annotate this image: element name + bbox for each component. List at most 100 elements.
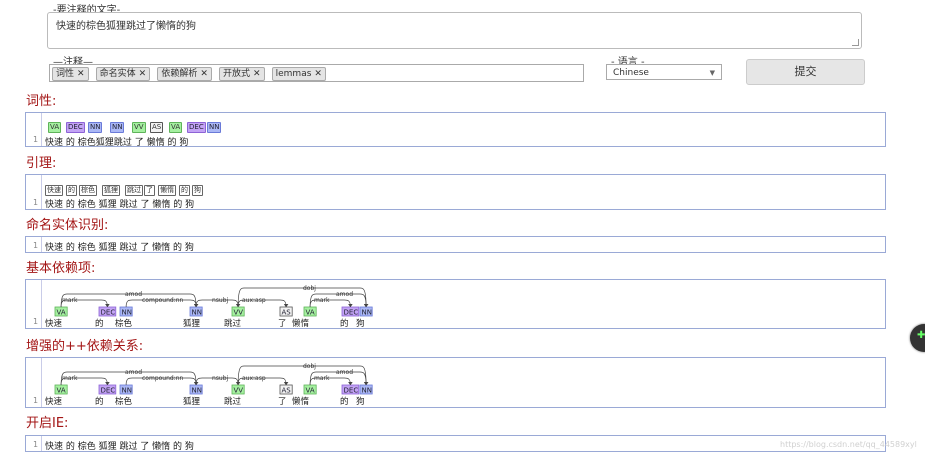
lemma-tag: 跳过 (125, 185, 143, 196)
text-input-value: 快速的棕色狐狸跳过了懒惰的狗 (56, 21, 196, 32)
arc-label: amod (336, 369, 353, 376)
pos-token-row: 快速 的 棕色狐狸跳过 了 懒惰 的 狗 (45, 135, 188, 148)
annotator-tag-label: 依赖解析 (161, 69, 198, 79)
line-gutter: 1 (26, 436, 42, 451)
token: 狐狸 (98, 200, 117, 210)
pos-tag: VA (169, 122, 183, 133)
line-number: 1 (33, 440, 39, 449)
annotator-tag[interactable]: 开放式 ✕ (218, 67, 265, 81)
openie-text: 快速 的 棕色 狐狸 跳过 了 懒惰 的 狗 (45, 442, 194, 452)
annotator-tag[interactable]: 词性 ✕ (52, 67, 89, 81)
remove-icon[interactable]: ✕ (253, 69, 261, 79)
lemma-panel: 1 快速的棕色 狐狸 跳过了懒惰的狗 快速 的 棕色 狐狸 跳过 了 懒惰 的 狗 (25, 174, 886, 210)
annotator-tag-label: 词性 (56, 69, 75, 79)
arc-label: amod (125, 369, 142, 376)
token: 的 (340, 396, 349, 407)
token: 懒惰 (146, 138, 165, 148)
plus-icon: ✚ (917, 330, 925, 341)
lemma-tag: 狐狸 (102, 185, 120, 196)
pos-tag: NN (110, 122, 125, 133)
arc-label: aux:asp (242, 375, 266, 382)
arrow-icon (105, 381, 110, 386)
token: 的 (95, 396, 104, 407)
line-number: 1 (33, 198, 39, 207)
annotator-tag-label: 命名实体 (99, 69, 136, 79)
pos-tag: VV (234, 387, 244, 395)
submit-button[interactable]: 提交 (746, 59, 865, 85)
remove-icon[interactable]: ✕ (314, 69, 322, 79)
token: 的 (95, 318, 104, 328)
token: 了 (278, 319, 287, 328)
token: 的 (65, 200, 75, 210)
arc-label: mark (314, 297, 330, 304)
token: 懒惰 (292, 318, 310, 328)
annotators-select[interactable]: 词性 ✕ 命名实体 ✕ 依赖解析 ✕ 开放式 ✕ lemmas ✕ (49, 64, 584, 82)
remove-icon[interactable]: ✕ (77, 69, 85, 79)
line-gutter: 1 (26, 175, 42, 209)
pos-tag: NN (122, 387, 132, 395)
pos-tag: VA (57, 309, 66, 317)
ner-title: 命名实体识别: (26, 218, 109, 233)
pos-tag: DEC (66, 122, 85, 133)
text-input[interactable]: 快速的棕色狐狸跳过了懒惰的狗 (47, 12, 862, 49)
arc-label: mark (62, 297, 78, 304)
dependency-graph: VA DEC NN NN VV AS VA DEC NN快速的棕色 狐狸 跳过了懒惰的狗markam… (45, 285, 373, 328)
arc-label: mark (62, 375, 78, 382)
token: 狗 (185, 200, 195, 210)
pos-tag: VA (57, 387, 66, 395)
annotator-tag-label: lemmas (275, 69, 312, 79)
annotator-tag[interactable]: 命名实体 ✕ (95, 67, 151, 81)
language-select[interactable]: Chinese ▼ (606, 64, 722, 80)
pos-tag: VV (234, 309, 244, 317)
pos-tag: DEC (344, 387, 359, 395)
line-gutter: 1 (26, 358, 42, 407)
arrow-icon (348, 303, 353, 308)
arc-label: nsubj (212, 297, 229, 304)
lemma-tag: 棕色 (79, 185, 97, 196)
token: 了 (278, 397, 287, 407)
watermark: https://blog.csdn.net/qq_44589xyl (780, 440, 917, 449)
arrow-icon (363, 381, 369, 386)
token: 了 (140, 200, 150, 210)
pos-tag: NN (192, 387, 202, 395)
arc-label: compound:nn (142, 297, 184, 304)
lemma-tag: 懒惰 (158, 185, 176, 196)
resize-grip-icon[interactable] (852, 39, 859, 46)
line-gutter: 1 (26, 113, 42, 146)
arrow-icon (283, 303, 289, 308)
pos-tag: DEC (101, 309, 116, 317)
annotator-tag-label: 开放式 (222, 69, 250, 79)
floating-tool-button[interactable]: ✚ (910, 324, 925, 352)
token: 棕色 (77, 200, 96, 210)
line-number: 1 (33, 317, 39, 326)
line-gutter: 1 (26, 237, 42, 252)
annotator-tag[interactable]: 依赖解析 ✕ (157, 67, 212, 81)
pos-tag: DEC (187, 122, 206, 133)
token: 棕色 (77, 138, 96, 148)
arc-label: nsubj (212, 375, 229, 382)
remove-icon[interactable]: ✕ (139, 69, 147, 79)
lemma-tag: 了 (144, 185, 155, 196)
annotator-tag[interactable]: lemmas ✕ (271, 67, 326, 81)
token: 快速 (45, 200, 64, 210)
openie-title: 开启IE: (26, 416, 69, 431)
lemma-tag: 快速 (45, 185, 63, 196)
enh-dep-title: 增强的++依赖关系: (26, 339, 144, 354)
pos-tag: NN (207, 122, 222, 133)
arc-label: mark (314, 375, 330, 382)
pos-tag: VA (306, 309, 315, 317)
line-gutter: 1 (26, 280, 42, 328)
arc-label: dobj (303, 285, 316, 292)
basic-dep-panel: 1 VA DEC NN NN VV AS VA DEC NN 快速的棕色 狐狸 跳过了懒惰的狗 mark… (25, 279, 886, 329)
language-value: Chinese (613, 68, 649, 78)
token: 的 (340, 318, 349, 328)
token: 狐狸 (183, 396, 201, 407)
lemma-tag: 的 (179, 185, 190, 196)
remove-icon[interactable]: ✕ (200, 69, 208, 79)
pos-tag: NN (88, 122, 103, 133)
token: 狗 (356, 396, 365, 407)
enh-dep-panel: 1 VA DEC NN NN VV AS VA DEC NN 快速的棕色 狐狸 跳过了懒惰的狗 mark… (25, 357, 886, 408)
token: 的 (167, 138, 177, 148)
chevron-down-icon: ▼ (709, 69, 715, 77)
pos-tag: AS (282, 309, 292, 317)
